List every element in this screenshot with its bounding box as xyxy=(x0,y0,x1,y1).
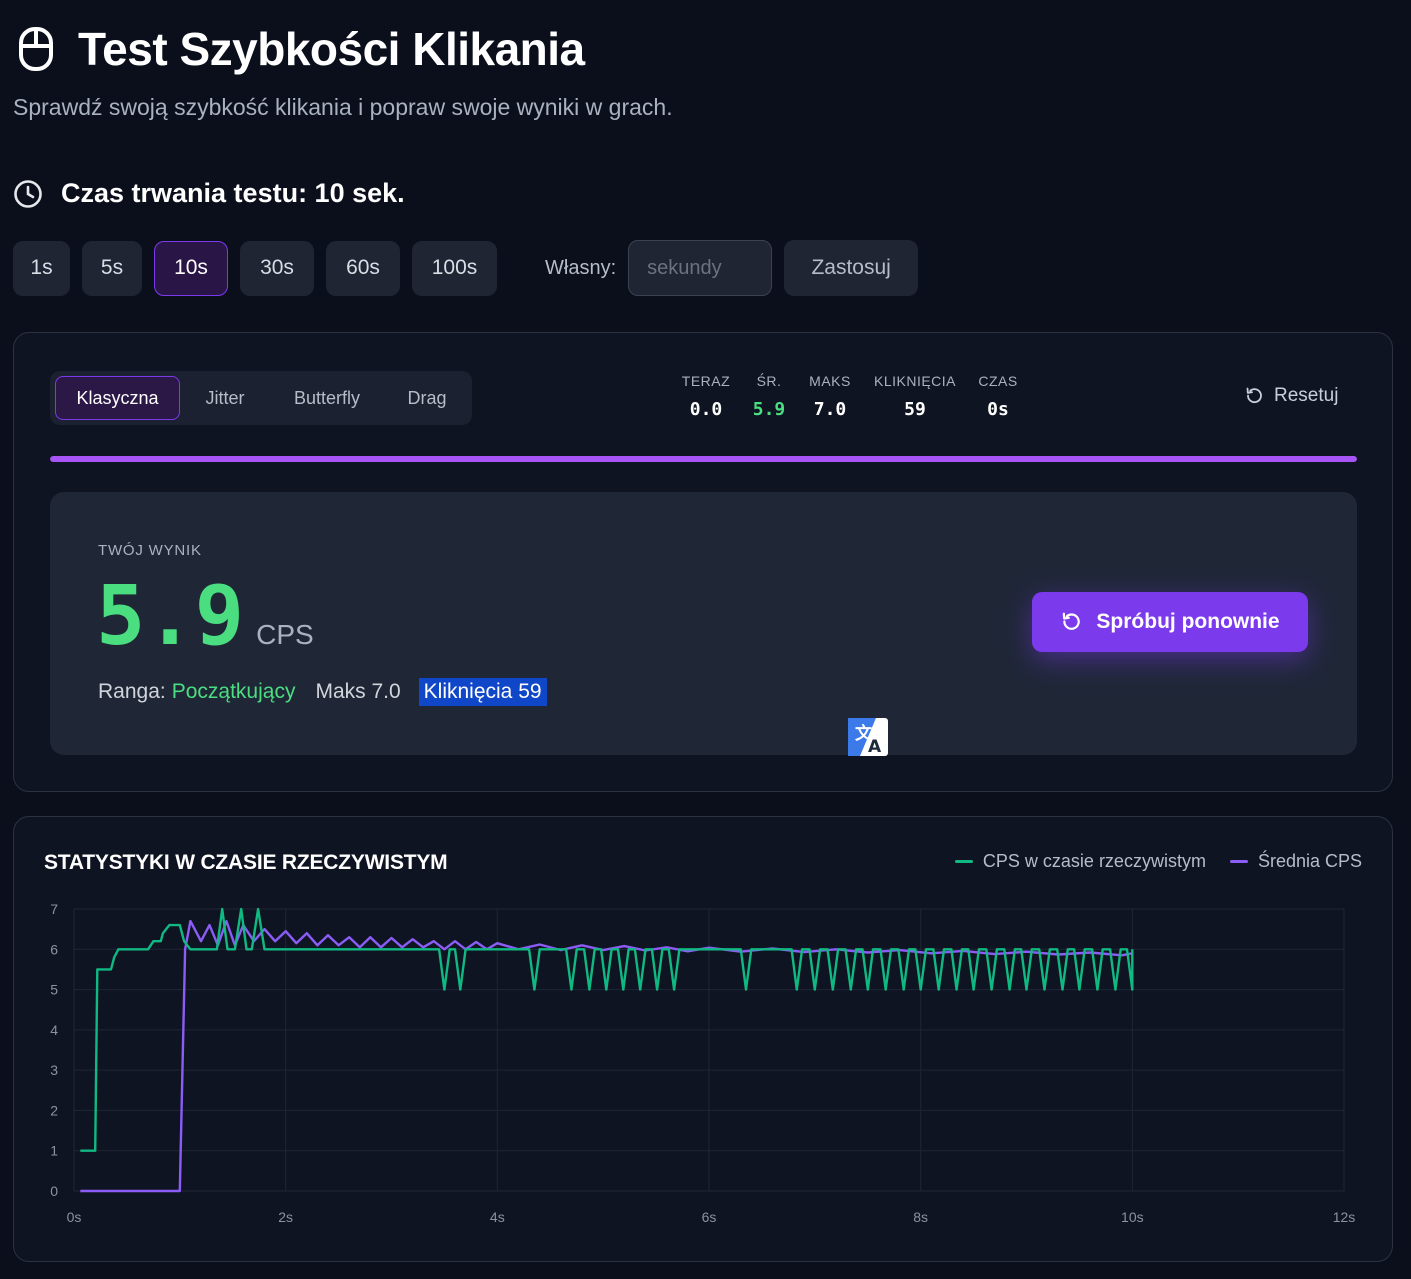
x-tick-label: 0s xyxy=(67,1209,82,1225)
clock-icon xyxy=(14,179,42,208)
refresh-icon xyxy=(1246,387,1262,404)
custom-duration-label: Własny: xyxy=(545,256,617,279)
y-tick-label: 3 xyxy=(50,1062,58,1078)
page-header: Test Szybkości Klikania xyxy=(18,22,585,76)
retry-button[interactable]: Spróbuj ponownie xyxy=(1032,592,1308,652)
result-label: TWÓJ WYNIK xyxy=(98,542,202,559)
mouse-icon xyxy=(19,27,53,71)
duration-100s-button[interactable]: 100s xyxy=(412,240,497,296)
duration-10s-button[interactable]: 10s xyxy=(154,240,228,296)
score-row: 5.9 CPS xyxy=(96,576,314,658)
stat-max: MAKS 7.0 xyxy=(800,373,860,420)
duration-5s-button[interactable]: 5s xyxy=(82,240,142,296)
stat-avg-label: ŚR. xyxy=(756,373,782,389)
stat-avg: ŚR. 5.9 xyxy=(744,373,794,420)
stat-time: CZAS 0s xyxy=(970,373,1026,420)
stat-time-label: CZAS xyxy=(978,373,1018,389)
svg-text:A: A xyxy=(868,737,882,756)
stat-now-value: 0.0 xyxy=(689,399,723,420)
cps-chart: 0 1 2 3 4 5 6 7 0s 2s 4s 6s 8s 10s 12s xyxy=(50,901,1356,1225)
duration-60s-button[interactable]: 60s xyxy=(326,240,400,296)
x-tick-label: 4s xyxy=(490,1209,505,1225)
y-tick-label: 1 xyxy=(50,1143,58,1159)
rank-value: Początkujący xyxy=(171,680,296,703)
duration-options: 1s 5s 10s 30s 60s 100s Własny: Zastosuj xyxy=(13,240,919,296)
page-title: Test Szybkości Klikania xyxy=(78,23,585,75)
x-tick-label: 8s xyxy=(913,1209,928,1225)
stat-clicks-value: 59 xyxy=(904,399,926,420)
retry-label: Spróbuj ponownie xyxy=(1096,610,1280,633)
custom-duration-input[interactable] xyxy=(628,240,773,296)
x-tick-label: 2s xyxy=(278,1209,293,1225)
y-tick-label: 7 xyxy=(50,901,58,917)
stat-clicks-label: KLIKNIĘCIA xyxy=(873,373,957,389)
stat-max-label: MAKS xyxy=(809,373,851,389)
stat-now: TERAZ 0.0 xyxy=(676,373,736,420)
score-unit: CPS xyxy=(256,619,314,650)
refresh-icon xyxy=(1063,612,1081,630)
y-tick-label: 0 xyxy=(50,1183,58,1199)
progress-bar xyxy=(50,456,1357,462)
apply-button[interactable]: Zastosuj xyxy=(784,240,919,296)
duration-1s-button[interactable]: 1s xyxy=(13,240,70,296)
x-tick-label: 12s xyxy=(1333,1209,1356,1225)
y-tick-label: 4 xyxy=(50,1022,58,1038)
x-tick-label: 10s xyxy=(1121,1209,1144,1225)
stat-max-value: 7.0 xyxy=(813,399,847,420)
y-tick-label: 5 xyxy=(50,982,58,998)
duration-30s-button[interactable]: 30s xyxy=(240,240,314,296)
progress-fill xyxy=(50,456,1357,462)
stat-avg-value: 5.9 xyxy=(752,399,786,420)
y-tick-label: 6 xyxy=(50,941,58,957)
x-tick-label: 6s xyxy=(702,1209,717,1225)
clicks-text: Kliknięcia 59 xyxy=(418,678,547,706)
duration-title: Czas trwania testu: 10 sek. xyxy=(61,178,405,208)
stat-now-label: TERAZ xyxy=(681,373,731,389)
result-panel: TWÓJ WYNIK 5.9 CPS Ranga: Początkujący M… xyxy=(50,492,1357,756)
stat-clicks: KLIKNIĘCIA 59 xyxy=(870,373,960,420)
duration-heading: Czas trwania testu: 10 sek. xyxy=(13,178,405,209)
result-details: Ranga: Początkujący Maks 7.0 Kliknięcia … xyxy=(98,678,547,706)
live-stats: TERAZ 0.0 ŚR. 5.9 MAKS 7.0 KLIKNIĘCIA 59… xyxy=(14,373,1392,433)
max-text: Maks 7.0 xyxy=(315,680,401,703)
y-tick-label: 2 xyxy=(50,1102,58,1118)
test-card: Klasyczna Jitter Butterfly Drag TERAZ 0.… xyxy=(13,332,1393,792)
translate-icon[interactable]: 文 A xyxy=(848,718,888,756)
stat-time-value: 0s xyxy=(987,399,1009,420)
reset-label: Resetuj xyxy=(1274,385,1339,406)
chart-card: STATYSTYKI W CZASIE RZECZYWISTYM CPS w c… xyxy=(13,816,1393,1262)
reset-button[interactable]: Resetuj xyxy=(1244,385,1338,407)
page-subtitle: Sprawdź swoją szybkość klikania i popraw… xyxy=(13,94,673,120)
score-value: 5.9 xyxy=(96,569,245,664)
rank-label: Ranga: xyxy=(98,680,166,703)
